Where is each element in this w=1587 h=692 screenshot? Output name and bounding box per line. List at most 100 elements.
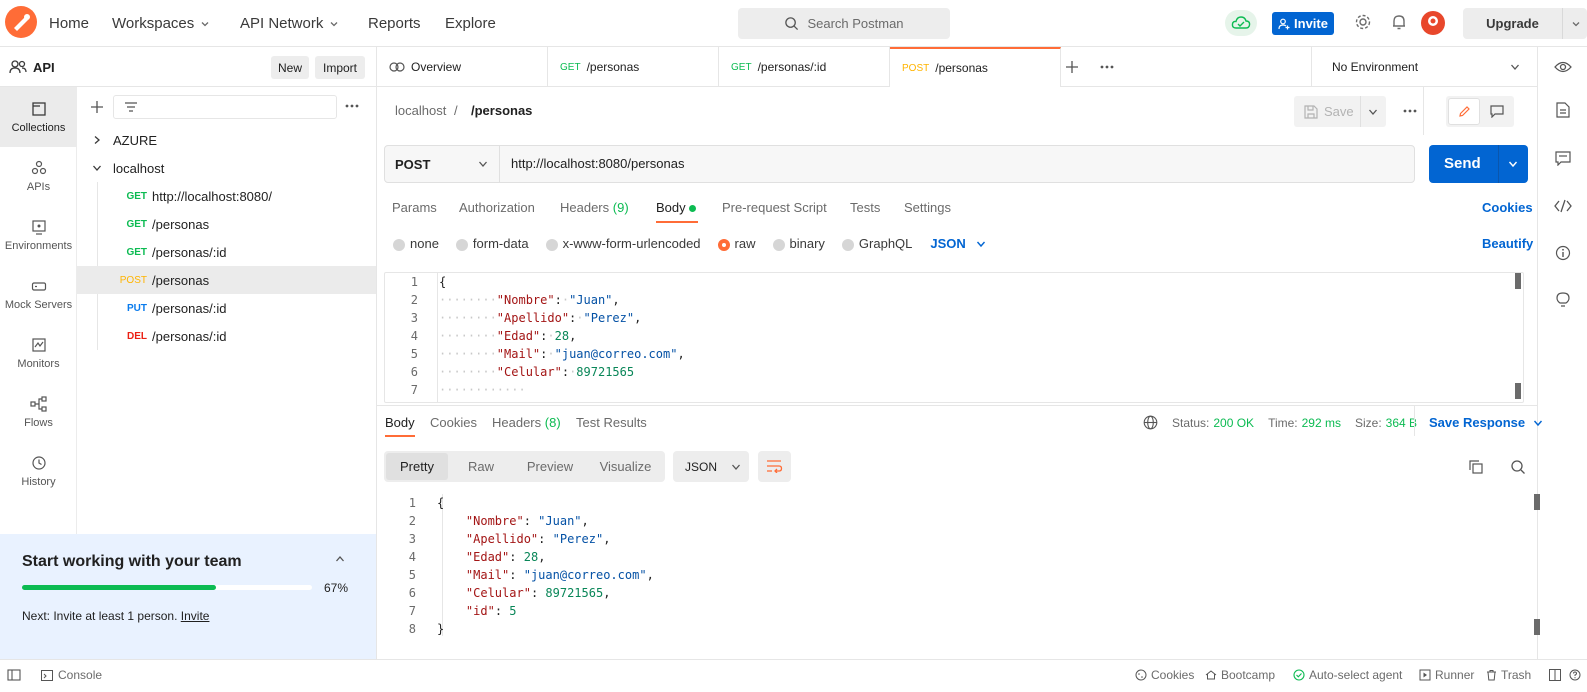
status-value[interactable]: 200 OK: [1213, 416, 1254, 430]
nav-home[interactable]: Home: [49, 15, 89, 32]
nav-api-network[interactable]: API Network: [240, 15, 339, 32]
wrap-lines-button[interactable]: [758, 451, 791, 482]
nav-workspaces[interactable]: Workspaces: [112, 15, 210, 32]
search-icon[interactable]: [1510, 459, 1526, 475]
save-button[interactable]: Save: [1294, 96, 1386, 127]
environment-selector[interactable]: No Environment: [1311, 47, 1537, 87]
send-button[interactable]: Send: [1429, 145, 1528, 183]
help-icon[interactable]: [1569, 669, 1581, 681]
request-item[interactable]: PUT/personas/:id: [77, 294, 376, 322]
search-input[interactable]: Search Postman: [738, 8, 950, 39]
rail-environments[interactable]: Environments: [0, 205, 77, 265]
radio-form-data[interactable]: form-data: [455, 236, 529, 251]
two-pane-icon[interactable]: [1549, 669, 1561, 681]
collection-azure[interactable]: AZURE: [77, 126, 376, 154]
save-response-button[interactable]: Save Response: [1429, 415, 1543, 430]
url-input[interactable]: http://localhost:8080/personas: [511, 156, 684, 171]
rail-apis[interactable]: APIs: [0, 146, 77, 206]
beautify-link[interactable]: Beautify: [1482, 236, 1533, 251]
auto-select-agent-button[interactable]: Auto-select agent: [1293, 668, 1402, 682]
scrollbar-thumb[interactable]: [1515, 273, 1521, 289]
eye-icon[interactable]: [1554, 60, 1572, 74]
upgrade-button[interactable]: Upgrade: [1463, 8, 1587, 39]
new-button[interactable]: New: [271, 56, 309, 79]
time-value[interactable]: 292 ms: [1302, 416, 1341, 430]
request-item-selected[interactable]: POST/personas: [77, 266, 376, 294]
trash-button[interactable]: Trash: [1486, 668, 1531, 682]
tab-tests[interactable]: Tests: [850, 200, 880, 215]
tab-request[interactable]: GET/personas: [548, 47, 719, 87]
invite-link[interactable]: Invite: [181, 609, 210, 623]
radio-binary[interactable]: binary: [772, 236, 825, 251]
info-icon[interactable]: [1555, 245, 1571, 261]
documentation-icon[interactable]: [1556, 102, 1570, 118]
tab-authorization[interactable]: Authorization: [459, 200, 535, 215]
request-body-editor[interactable]: 1{2 ········"Nombre":·"Juan", 3 ········"Ap…: [384, 272, 1524, 403]
chevron-up-icon[interactable]: [335, 555, 345, 563]
radio-raw[interactable]: raw: [717, 236, 756, 251]
rail-monitors[interactable]: Monitors: [0, 323, 77, 383]
import-button[interactable]: Import: [315, 56, 365, 79]
globe-icon[interactable]: [1143, 415, 1158, 430]
settings-gear-icon[interactable]: [1354, 13, 1372, 31]
comments-icon[interactable]: [1555, 151, 1571, 166]
invite-button[interactable]: Invite: [1272, 12, 1334, 35]
bootcamp-button[interactable]: Bootcamp: [1205, 668, 1275, 682]
toggle-sidebar-icon[interactable]: [7, 669, 21, 681]
tab-prerequest-script[interactable]: Pre-request Script: [722, 200, 827, 215]
request-more-icon[interactable]: [1403, 109, 1417, 113]
view-visualize[interactable]: Visualize: [588, 451, 663, 482]
request-item[interactable]: GET/personas/:id: [77, 238, 376, 266]
request-item[interactable]: DEL/personas/:id: [77, 322, 376, 350]
tab-settings[interactable]: Settings: [904, 200, 951, 215]
method-select[interactable]: POST: [385, 146, 500, 182]
nav-explore[interactable]: Explore: [445, 15, 496, 32]
view-raw[interactable]: Raw: [450, 451, 512, 482]
tab-headers[interactable]: Headers (9): [560, 200, 629, 215]
request-item[interactable]: GET/personas: [77, 210, 376, 238]
notifications-bell-icon[interactable]: [1390, 13, 1408, 31]
breadcrumb-root[interactable]: localhost: [395, 103, 446, 118]
rail-flows[interactable]: Flows: [0, 382, 77, 442]
runner-button[interactable]: Runner: [1419, 668, 1474, 682]
resp-tab-headers[interactable]: Headers (8): [492, 415, 561, 430]
cookies-button[interactable]: Cookies: [1135, 668, 1194, 682]
rail-collections[interactable]: Collections: [0, 87, 77, 147]
size-value[interactable]: 364 B: [1386, 416, 1417, 430]
tabs-more-icon[interactable]: [1100, 65, 1114, 69]
response-body-viewer[interactable]: 1{2 "Nombre": "Juan", 3 "Apellido": "Pere…: [384, 494, 1540, 659]
code-icon[interactable]: [1554, 199, 1572, 213]
nav-reports[interactable]: Reports: [368, 15, 421, 32]
user-avatar[interactable]: [1421, 11, 1445, 35]
lightbulb-icon[interactable]: [1556, 292, 1570, 308]
scrollbar-thumb[interactable]: [1534, 494, 1540, 510]
console-button[interactable]: Console: [41, 668, 102, 682]
add-collection-icon[interactable]: [90, 100, 104, 114]
rail-mock-servers[interactable]: Mock Servers: [0, 264, 77, 324]
resp-tab-body[interactable]: Body: [385, 415, 415, 430]
view-pretty[interactable]: Pretty: [386, 453, 448, 480]
resp-tab-cookies[interactable]: Cookies: [430, 415, 477, 430]
chevron-down-icon[interactable]: [1508, 160, 1518, 168]
tab-overview[interactable]: Overview: [377, 47, 548, 87]
comment-mode-icon[interactable]: [1490, 105, 1504, 118]
postman-logo-icon[interactable]: [5, 6, 37, 38]
request-item[interactable]: GET http://localhost:8080/: [77, 182, 376, 210]
tab-body[interactable]: Body: [656, 200, 697, 215]
more-options-icon[interactable]: [345, 104, 359, 108]
radio-graphql[interactable]: GraphQL: [841, 236, 912, 251]
language-select[interactable]: JSON: [930, 236, 985, 251]
tab-request-active[interactable]: POST/personas: [890, 47, 1061, 87]
collection-localhost[interactable]: localhost: [77, 154, 376, 182]
chevron-down-icon[interactable]: [1571, 19, 1581, 29]
sync-status-icon[interactable]: [1225, 10, 1257, 36]
radio-none[interactable]: none: [393, 236, 439, 251]
copy-icon[interactable]: [1468, 459, 1484, 475]
scrollbar-thumb[interactable]: [1534, 619, 1540, 635]
tab-params[interactable]: Params: [392, 200, 437, 215]
rail-history[interactable]: History: [0, 441, 77, 501]
cookies-link[interactable]: Cookies: [1482, 200, 1533, 215]
view-preview[interactable]: Preview: [514, 451, 586, 482]
filter-input[interactable]: [113, 95, 337, 119]
edit-mode-button[interactable]: [1448, 98, 1480, 125]
